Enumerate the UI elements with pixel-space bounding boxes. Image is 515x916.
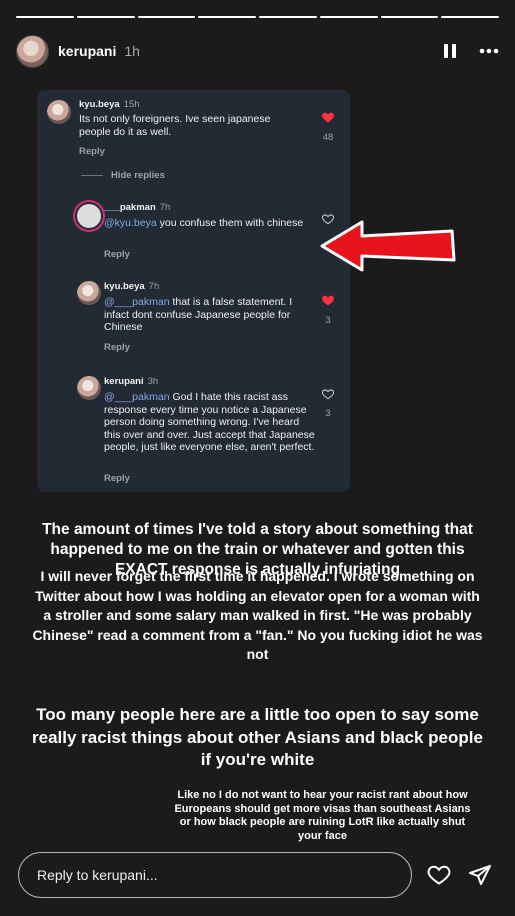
progress-segment: [76, 16, 135, 18]
comment-text: @___pakman that is a false statement. I …: [104, 296, 293, 333]
comment-username: ___pakman 7h: [104, 202, 171, 213]
reply-link: Reply: [104, 249, 130, 260]
like-count: 48: [322, 132, 334, 143]
progress-segment: [259, 16, 317, 18]
avatar: [77, 376, 101, 400]
send-icon[interactable]: [468, 863, 492, 887]
avatar: [47, 100, 71, 124]
heart-outline-icon: [321, 389, 335, 400]
heart-icon[interactable]: [427, 863, 451, 887]
reply-input[interactable]: Reply to kerupani...: [18, 852, 412, 898]
heart-filled-icon: [322, 295, 334, 306]
story-text-3: Too many people here are a little too op…: [32, 705, 483, 769]
red-arrow-annotation: [320, 220, 456, 272]
pause-icon[interactable]: [443, 43, 457, 59]
progress-segment: [441, 16, 499, 18]
comment-text: Its not only foreigners. Ive seen japane…: [79, 113, 271, 138]
like-count: 3: [325, 315, 331, 326]
story-time: 1h: [124, 43, 140, 59]
comment-text: @kyu.beya you confuse them with chinese: [104, 217, 304, 229]
comment-text: @___pakman God I hate this racist ass re…: [104, 391, 315, 453]
comment-username: kerupani 3h: [104, 376, 159, 387]
reply-link: Reply: [79, 146, 105, 157]
comment-username: kyu.beya 7h: [104, 281, 160, 292]
story-header: kerupani 1h: [16, 33, 499, 69]
reply-link: Reply: [104, 342, 130, 353]
avatar: [77, 281, 101, 305]
hide-replies-link: Hide replies: [81, 170, 165, 181]
story-username[interactable]: kerupani: [58, 43, 116, 59]
progress-segment: [137, 16, 196, 18]
progress-segment: [380, 16, 439, 18]
reply-placeholder: Reply to kerupani...: [37, 867, 158, 883]
heart-filled-icon: [322, 112, 334, 123]
story-text-2: I will never forget the first time it ha…: [32, 568, 483, 662]
reply-link: Reply: [104, 473, 130, 484]
progress-segment: [319, 16, 378, 18]
comment-username: kyu.beya 15h: [79, 99, 140, 110]
comment-screenshot: kyu.beya 15h Its not only foreigners. Ive…: [37, 90, 350, 492]
progress-segment: [16, 16, 74, 18]
like-count: 3: [325, 408, 331, 419]
story-text-4: Like no I do not want to hear your racis…: [174, 789, 471, 842]
avatar[interactable]: [16, 34, 49, 68]
avatar: [77, 204, 101, 228]
story-progress-bars: [16, 16, 499, 18]
more-options-icon[interactable]: [479, 48, 499, 54]
progress-segment: [198, 16, 256, 18]
